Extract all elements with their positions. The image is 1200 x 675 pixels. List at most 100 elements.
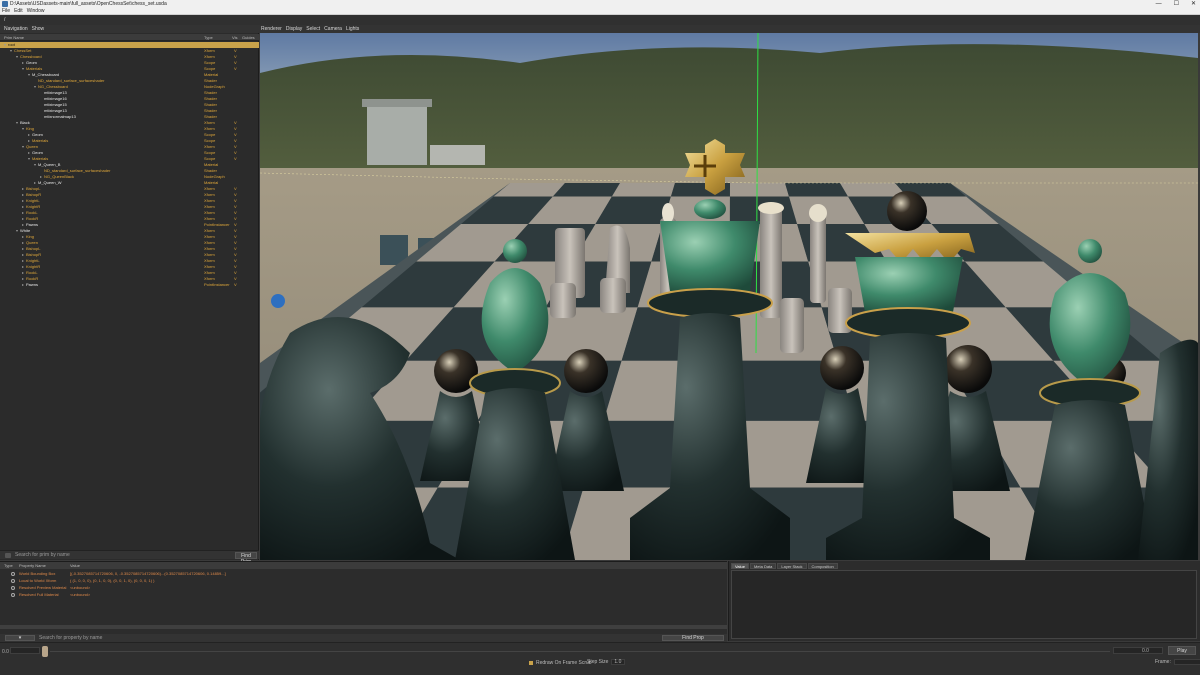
computed-property-icon [11, 586, 15, 590]
column-vis[interactable]: Vis [232, 34, 237, 41]
prim-name-text: RookR [26, 216, 39, 221]
prim-name-text: Pawns [26, 222, 39, 227]
menu-renderer[interactable]: Renderer [261, 25, 282, 33]
prim-name-text: KnightL [26, 258, 40, 263]
timeline-bar: 0.0 0.0 Play Redraw On Frame Scrub Step … [0, 642, 1200, 675]
visibility-toggle[interactable]: V [234, 282, 237, 288]
3d-viewport[interactable] [260, 33, 1198, 560]
close-button[interactable]: ✕ [1191, 0, 1196, 8]
property-value: <unbound> [70, 592, 91, 597]
prim-name-text: BishopR [26, 252, 42, 257]
tab-meta-data[interactable]: Meta Data [749, 563, 777, 569]
menu-camera[interactable]: Camera [324, 25, 342, 33]
menu-navigation[interactable]: Navigation [4, 25, 28, 33]
maximize-button[interactable]: ☐ [1174, 0, 1179, 8]
step-size-control: Step Size 1.0 [587, 659, 626, 665]
prim-search-input[interactable]: Search for prim by name [15, 551, 70, 560]
attribute-inspector-panel: Value Meta Data Layer Stack Composition [728, 561, 1200, 641]
current-path: / [4, 17, 6, 23]
prim-name-text: ND_standard_surface_surfaceshader [38, 78, 105, 83]
timeline-end-field[interactable]: 0.0 [1113, 647, 1163, 654]
chess-scene-render [260, 33, 1198, 560]
property-row[interactable]: Local to World Xform ( (1, 0, 0, 0), (0, … [0, 578, 727, 584]
prim-name-text: mtlximage13 [44, 90, 67, 95]
viewport-toolbar: Renderer Display Select Camera Lights [259, 25, 1200, 33]
property-row[interactable]: Resolved Preview Material <unbound> [0, 585, 727, 591]
find-prop-button[interactable]: Find Prop [662, 635, 724, 641]
prim-name-text: NG_Chessboard [38, 84, 68, 89]
frame-label: Frame: [1155, 659, 1171, 665]
property-row[interactable]: World Bounding Box [(-0.3527085714720606,… [0, 571, 727, 577]
prim-name-text: root [8, 42, 15, 47]
prim-name-text: RookL [26, 210, 38, 215]
tab-layer-stack[interactable]: Layer Stack [777, 563, 807, 569]
prim-name-text: Queen [26, 144, 39, 149]
menu-show[interactable]: Show [32, 25, 45, 33]
property-value: <unbound> [70, 585, 91, 590]
property-options-button[interactable]: ▾ [5, 635, 35, 641]
computed-property-icon [11, 593, 15, 597]
tree-row[interactable]: ▸ Pawns PointInstancer V [0, 282, 259, 288]
menu-lights[interactable]: Lights [346, 25, 359, 33]
menu-file[interactable]: File [2, 8, 10, 14]
property-name: World Bounding Box [19, 571, 56, 576]
prim-name-text: BishopL [26, 246, 41, 251]
inspector-tabs: Value Meta Data Layer Stack Composition [731, 563, 838, 569]
prim-name-text: Pawns [26, 282, 39, 287]
prim-name-text: RookL [26, 270, 38, 275]
column-property-name[interactable]: Property Name [19, 562, 46, 569]
prim-name-text: M_Chessboard [32, 72, 60, 77]
column-type[interactable]: Type [4, 562, 13, 569]
timeline-start-label: 0.0 [2, 649, 9, 655]
prim-name-text: Materials [32, 156, 49, 161]
prim-name-text: mtlximage16 [44, 96, 67, 101]
menu-edit[interactable]: Edit [14, 8, 23, 14]
timeline-track[interactable] [50, 651, 1110, 652]
property-row[interactable]: Resolved Full Material <unbound> [0, 592, 727, 598]
tab-composition[interactable]: Composition [807, 563, 838, 569]
step-size-label: Step Size [587, 659, 609, 665]
board-square [785, 183, 849, 197]
prim-name-text: KnightL [26, 198, 40, 203]
prim-name-text: M_Queen_W [38, 180, 62, 185]
prim-browser-panel: Navigation Show Prim Name Type Vis Guide… [0, 25, 259, 565]
search-options-icon[interactable] [5, 553, 11, 558]
step-size-field[interactable]: 1.0 [611, 659, 626, 665]
play-button[interactable]: Play [1168, 646, 1196, 655]
prim-name-text: KnightR [26, 264, 41, 269]
column-type[interactable]: Type [204, 34, 213, 41]
prim-name-text: ChessSet [14, 48, 32, 53]
column-prim-name[interactable]: Prim Name [4, 34, 24, 41]
property-name: Resolved Full Material [19, 592, 59, 597]
menu-select[interactable]: Select [306, 25, 320, 33]
prim-name-text: KnightR [26, 204, 41, 209]
timeline-scrubber-handle[interactable] [42, 646, 48, 657]
redraw-checkbox[interactable] [529, 661, 533, 665]
minimize-button[interactable]: — [1156, 0, 1162, 8]
property-search-bar: ▾ Search for property by name Find Prop [0, 634, 727, 642]
path-bar[interactable]: / [0, 15, 1200, 25]
menu-display[interactable]: Display [286, 25, 302, 33]
navigation-bar: Navigation Show [0, 25, 259, 33]
property-value: ( (1, 0, 0, 0), (0, 1, 0, 0), (0, 0, 1, … [70, 578, 155, 583]
computed-property-icon [11, 572, 15, 576]
redraw-on-scrub-option[interactable]: Redraw On Frame Scrub [529, 660, 592, 666]
prim-name-text: ND_standard_surface_surfaceshader [44, 168, 111, 173]
property-value: [(-0.3527085714720606, 0, -0.35270857147… [70, 571, 226, 576]
tab-value[interactable]: Value [731, 563, 749, 569]
property-scrollbar[interactable] [0, 625, 727, 629]
column-value[interactable]: Value [70, 562, 80, 569]
property-search-input[interactable]: Search for property by name [39, 634, 102, 642]
frame-field[interactable] [1173, 659, 1200, 665]
column-guides[interactable]: Guides [242, 34, 255, 41]
prim-name-text: Materials [26, 66, 43, 71]
prim-type: PointInstancer [204, 282, 230, 287]
prim-name-text: Chessboard [20, 54, 42, 59]
prim-name-text: Geom [32, 150, 43, 155]
timeline-start-field[interactable] [10, 647, 40, 654]
find-prim-button[interactable]: Find Prim [235, 552, 257, 565]
prim-name-text: NG_QueenBlack [44, 174, 75, 179]
menu-window[interactable]: Window [27, 8, 45, 14]
property-panel: Type Property Name Value World Bounding … [0, 561, 727, 642]
prim-name-text: M_Queen_B [38, 162, 61, 167]
